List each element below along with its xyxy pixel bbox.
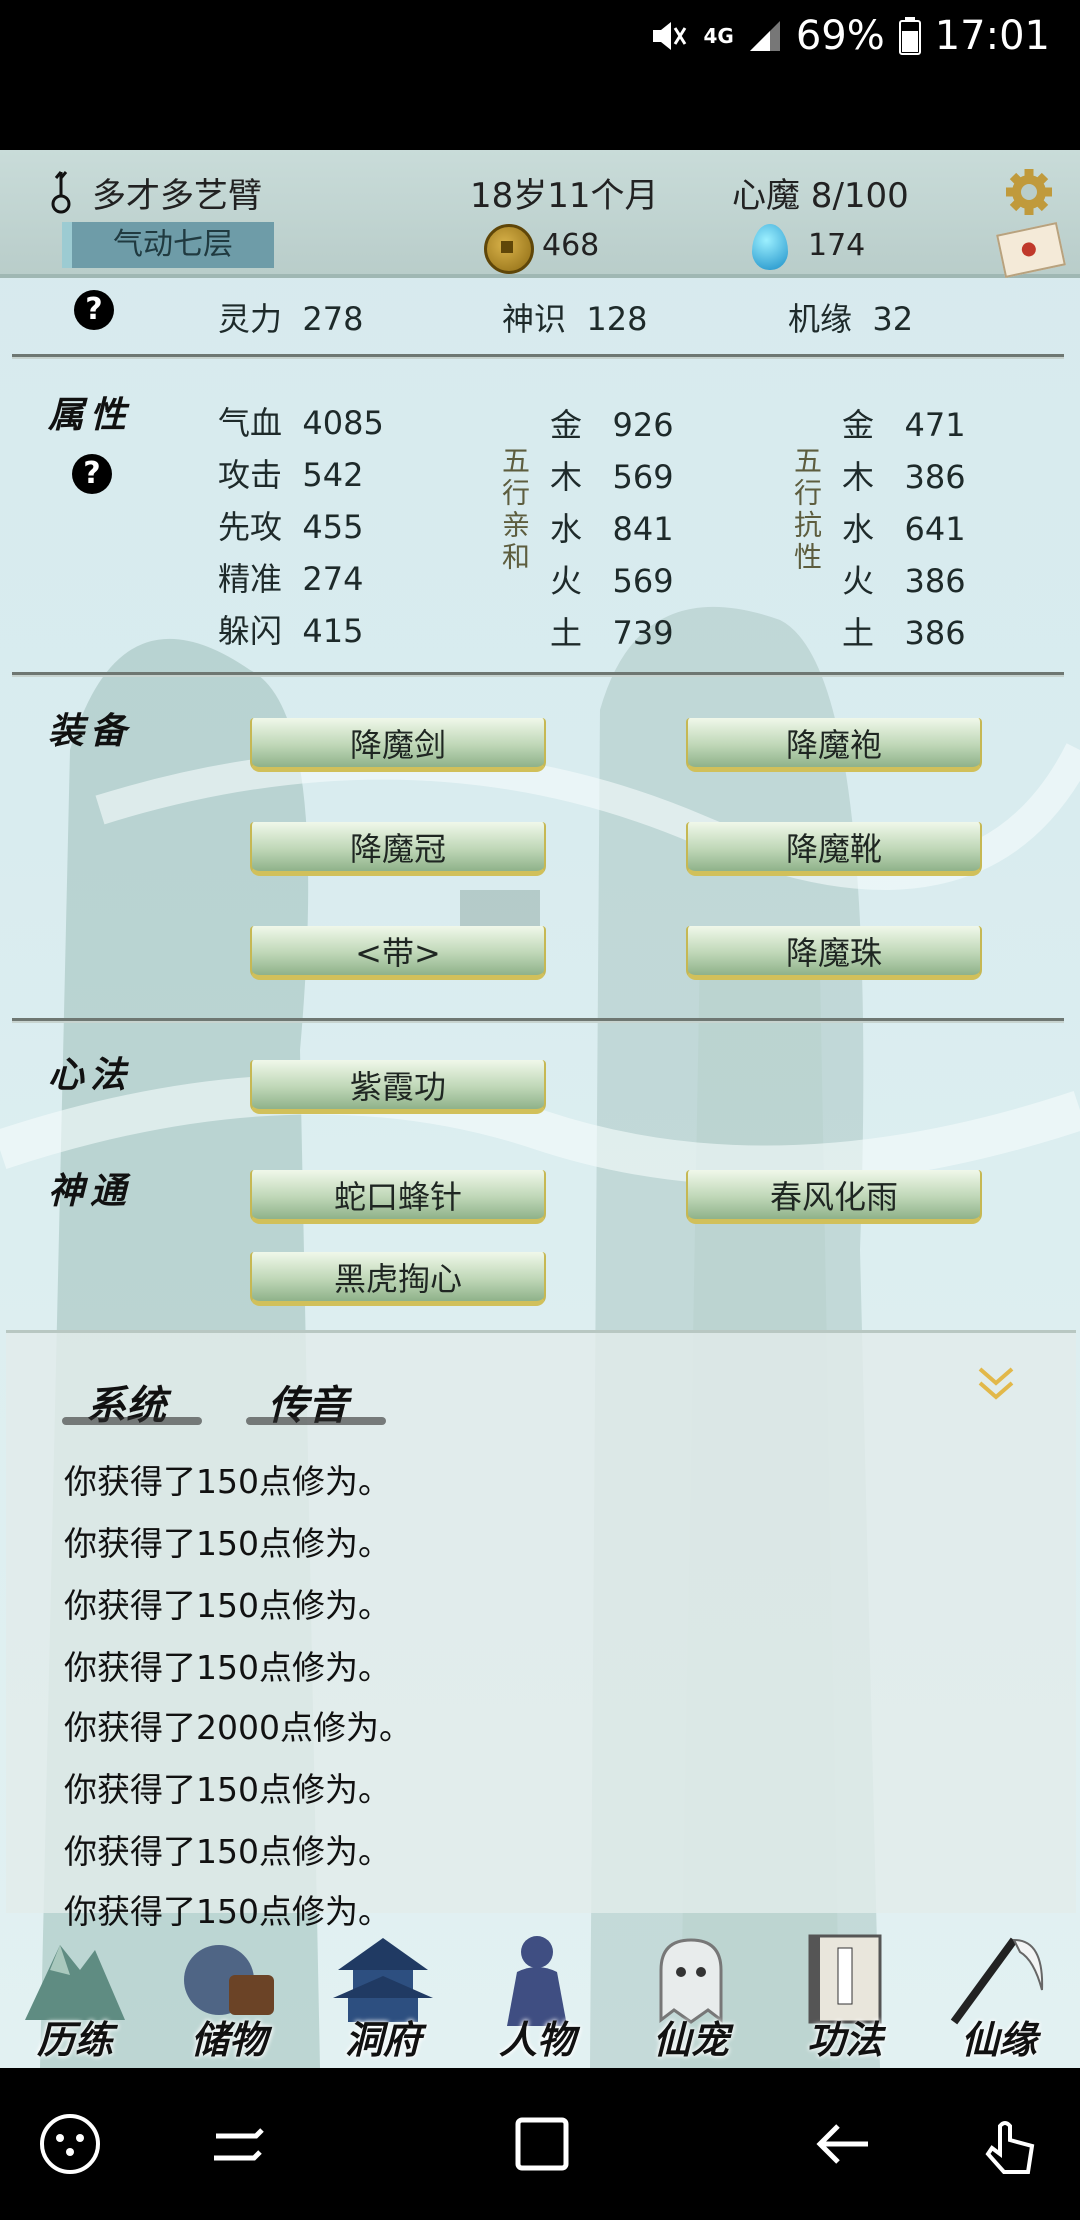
realm-badge: 气动七层 [62, 222, 274, 268]
help-icon[interactable]: ? [74, 290, 114, 330]
equipment-title: 装备 [48, 710, 133, 752]
coin-count: 468 [542, 228, 600, 263]
player-name[interactable]: 多才多艺臂 [92, 168, 262, 217]
network-type: 4G [703, 24, 734, 48]
nav-cave-dwelling[interactable]: 洞府 [308, 1920, 458, 2068]
chat-message: 你获得了2000点修为。 [64, 1708, 412, 1747]
attr-dodge: 躲闪 415 [218, 612, 364, 650]
affinity-wood: 木 569 [550, 458, 674, 496]
resist-metal: 金 471 [842, 406, 966, 444]
chat-message: 你获得了150点修为。 [64, 1524, 391, 1563]
equip-boots-button[interactable]: 降魔靴 [686, 822, 982, 876]
divider [12, 1018, 1064, 1021]
attr-accuracy: 精准 274 [218, 560, 364, 598]
chat-message: 你获得了150点修为。 [64, 1586, 391, 1625]
resist-title: 五行抗性 [790, 446, 823, 574]
touch-gesture-icon[interactable] [970, 2106, 1046, 2182]
resist-water: 水 641 [842, 510, 966, 548]
mail-icon[interactable] [996, 222, 1066, 278]
bottom-nav: 历练 储物 洞府 人物 仙宠 功法 仙缘 [0, 1920, 1080, 2068]
stat-spirit-power: 灵力 278 [218, 300, 364, 338]
nav-storage[interactable]: 储物 [154, 1920, 304, 2068]
resist-fire: 火 386 [842, 562, 966, 600]
attributes-help-icon[interactable]: ? [72, 454, 112, 494]
divine-power-button-3[interactable]: 黑虎掏心 [250, 1252, 546, 1306]
resist-earth: 土 386 [842, 614, 966, 652]
player-header: 多才多艺臂 气动七层 18岁11个月 心魔 8/100 468 174 [0, 150, 1080, 278]
gem-count: 174 [808, 228, 866, 263]
divine-power-button-2[interactable]: 春风化雨 [686, 1170, 982, 1224]
equip-robe-button[interactable]: 降魔袍 [686, 718, 982, 772]
player-age: 18岁11个月 [470, 176, 659, 216]
mute-icon [649, 18, 689, 54]
gender-icon [51, 171, 71, 214]
mind-method-title: 心法 [48, 1054, 133, 1096]
message-panel: 系统 传音 你获得了150点修为。 你获得了150点修为。 你获得了150点修为… [6, 1330, 1076, 1931]
chat-message: 你获得了150点修为。 [64, 1832, 391, 1871]
status-bar: 4G 69% 17:01 [0, 0, 1080, 150]
affinity-metal: 金 926 [550, 406, 674, 444]
affinity-earth: 土 739 [550, 614, 674, 652]
equip-belt-button[interactable]: <带> [250, 926, 546, 980]
attr-initiative: 先攻 455 [218, 508, 364, 546]
nav-spirit-pet[interactable]: 仙宠 [616, 1920, 766, 2068]
system-navigation-bar [0, 2068, 1080, 2220]
recent-apps-icon[interactable] [200, 2106, 276, 2182]
game-tools-icon[interactable] [32, 2106, 108, 2182]
nav-techniques[interactable]: 功法 [770, 1920, 920, 2068]
nav-character[interactable]: 人物 [462, 1920, 612, 2068]
back-icon[interactable] [806, 2106, 882, 2182]
affinity-water: 水 841 [550, 510, 674, 548]
equip-weapon-button[interactable]: 降魔剑 [250, 718, 546, 772]
equip-hat-button[interactable]: 降魔冠 [250, 822, 546, 876]
chat-message: 你获得了150点修为。 [64, 1648, 391, 1687]
tab-brush-stroke [62, 1417, 202, 1425]
heart-demon: 心魔 8/100 [732, 176, 909, 216]
divider [12, 672, 1064, 675]
affinity-title: 五行亲和 [498, 446, 531, 574]
divine-powers-title: 神通 [48, 1170, 133, 1212]
attributes-title: 属性 [48, 394, 133, 436]
nav-immortal-fate[interactable]: 仙缘 [924, 1920, 1074, 2068]
stat-divine-sense: 神识 128 [502, 300, 648, 338]
attr-hp: 气血 4085 [218, 404, 384, 442]
equip-bead-button[interactable]: 降魔珠 [686, 926, 982, 980]
home-icon[interactable] [504, 2106, 580, 2182]
tab-brush-stroke [246, 1417, 386, 1425]
resist-wood: 木 386 [842, 458, 966, 496]
nav-training[interactable]: 历练 [0, 1920, 150, 2068]
signal-icon [748, 19, 782, 53]
clock: 17:01 [934, 13, 1050, 59]
chat-message: 你获得了150点修为。 [64, 1462, 391, 1501]
divine-power-button-1[interactable]: 蛇口蜂针 [250, 1170, 546, 1224]
settings-gear-icon[interactable] [1005, 168, 1053, 216]
attr-attack: 攻击 542 [218, 456, 364, 494]
chat-message: 你获得了150点修为。 [64, 1770, 391, 1809]
spirit-gem-icon [752, 224, 788, 270]
character-screen: 多才多艺臂 气动七层 18岁11个月 心魔 8/100 468 174 ? 灵力… [0, 150, 1080, 2068]
battery-icon [898, 17, 921, 55]
stat-fortune: 机缘 32 [788, 300, 914, 338]
collapse-chevron-icon[interactable] [972, 1361, 1020, 1411]
coin-icon [484, 224, 534, 274]
affinity-fire: 火 569 [550, 562, 674, 600]
divider [12, 354, 1064, 357]
battery-percent: 69% [795, 13, 885, 59]
mind-method-button[interactable]: 紫霞功 [250, 1060, 546, 1114]
